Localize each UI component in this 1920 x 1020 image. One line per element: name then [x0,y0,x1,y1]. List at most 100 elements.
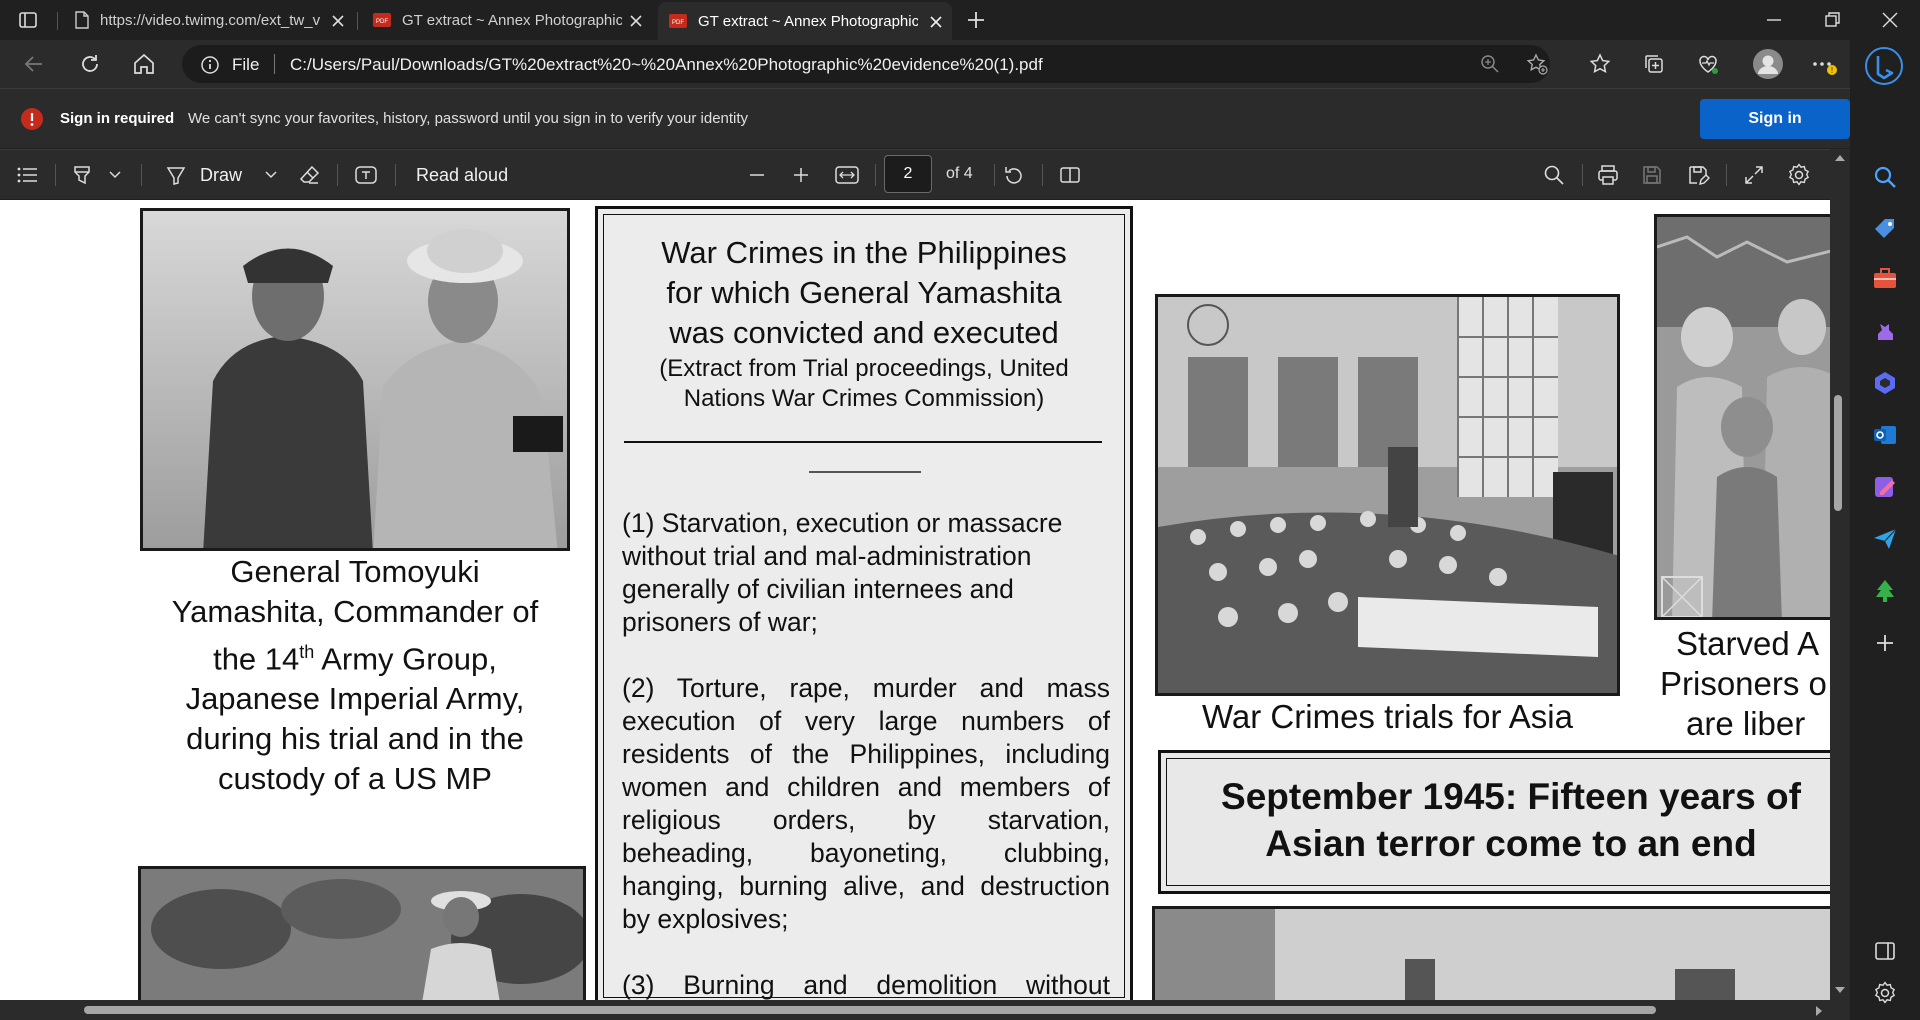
settings-gear-icon[interactable] [1786,162,1812,188]
favorites-icon[interactable] [1588,52,1612,76]
home-icon[interactable] [132,52,156,76]
caption-general-yamashita: General Tomoyuki Yamashita, Commander of… [171,554,539,797]
window-close-icon[interactable] [1880,10,1900,30]
scheme-label: File [232,55,260,74]
divider [624,441,1102,443]
photo-war-crimes-trial [1155,294,1620,696]
box-subtitle: (Extract from Trial proceedings, United … [659,355,1069,412]
sign-in-button[interactable]: Sign in [1700,99,1850,139]
vertical-scrollbar[interactable] [1830,149,1850,1000]
close-icon[interactable] [928,14,944,30]
close-icon[interactable] [628,13,644,29]
paragraph-3: (3) Burning and demolition without [622,970,1110,1000]
tab-title: https://video.twimg.com/ext_tw_video/ [100,11,320,29]
pdf-icon: PDF [668,12,688,30]
banner-text: September 1945: Fifteen years of Asian t… [1221,776,1801,864]
caption-war-crimes-trials: War Crimes trials for Asia [1202,698,1573,735]
svg-text:PDF: PDF [672,20,684,26]
scroll-right-icon[interactable] [1814,1005,1824,1017]
close-icon[interactable] [330,13,346,29]
rotate-icon[interactable] [1002,163,1026,187]
add-favorite-icon[interactable] [1526,53,1548,75]
tab-strip: https://video.twimg.com/ext_tw_video/ PD… [0,0,1920,40]
pdf-toolbar: Draw Read aloud 2 of 4 [0,149,1830,199]
tab-title: GT extract ~ Annex Photographic evidence [402,11,622,29]
paragraph-1: (1) Starvation, execution or massacre wi… [622,508,1063,637]
page-total-label: of 4 [946,165,973,182]
page-number-input[interactable]: 2 [884,155,932,193]
tab-gt-extract-active[interactable]: PDF GT extract ~ Annex Photographic evid… [658,2,952,40]
more-menu-icon[interactable]: ! [1810,52,1838,76]
chevron-down-icon[interactable] [108,168,122,182]
microsoft-365-icon[interactable] [1872,370,1898,396]
browser-essentials-icon[interactable] [1696,52,1720,76]
address-bar[interactable]: File C:/Users/Paul/Downloads/GT%20extrac… [182,45,1550,83]
outlook-icon[interactable] [1872,422,1898,448]
games-icon[interactable] [1872,318,1898,344]
save-icon [1640,163,1664,187]
paragraph-2: (2) Torture, rape, murder and mass execu… [622,673,1110,934]
horizontal-scrollbar[interactable] [0,1000,1850,1020]
horizontal-scroll-thumb[interactable] [84,1006,1656,1014]
svg-text:!: ! [1831,66,1833,75]
zoom-out-icon[interactable] [746,164,768,186]
zoom-in-icon[interactable] [790,164,812,186]
fullscreen-icon[interactable] [1742,163,1766,187]
photo-general-and-mp [140,208,570,551]
war-crimes-text-box: War Crimes in the Philippines for which … [595,206,1133,1000]
copilot-icon[interactable] [1864,46,1904,86]
collections-icon[interactable] [1642,52,1666,76]
profile-avatar[interactable] [1752,48,1784,80]
fit-to-width-icon[interactable] [834,163,860,187]
tree-icon[interactable] [1872,578,1898,604]
zoom-icon[interactable] [1480,54,1500,74]
sign-in-infobar: Sign in required We can't sync your favo… [0,88,1920,148]
save-as-icon[interactable] [1686,163,1710,187]
send-icon[interactable] [1872,526,1898,552]
add-icon[interactable] [1872,630,1898,656]
restore-icon[interactable] [1822,10,1842,30]
sidebar-settings-icon[interactable] [1872,980,1898,1006]
edge-sidebar [1850,40,1920,1020]
scroll-down-icon[interactable] [1834,985,1846,995]
refresh-icon[interactable] [78,52,102,76]
photo-bottom-right [1152,906,1830,1000]
tab-gt-extract-1[interactable]: PDF GT extract ~ Annex Photographic evid… [362,4,652,36]
navigation-bar: File C:/Users/Paul/Downloads/GT%20extrac… [0,40,1920,88]
read-aloud-button[interactable]: Read aloud [416,165,508,186]
print-icon[interactable] [1596,163,1620,187]
shopping-tag-icon[interactable] [1872,216,1898,242]
photo-starved-prisoners [1654,214,1830,620]
draw-label[interactable]: Draw [200,165,242,186]
tab-actions-icon[interactable] [18,10,38,30]
chevron-down-icon[interactable] [264,168,278,182]
search-icon[interactable] [1542,163,1566,187]
page-view-icon[interactable] [1058,163,1082,187]
pdf-page-viewport[interactable]: General Tomoyuki Yamashita, Commander of… [0,200,1830,1000]
designer-icon[interactable] [1872,474,1898,500]
text-box-icon[interactable] [354,163,378,187]
infobar-title: Sign in required [60,110,175,127]
eraser-icon[interactable] [298,163,322,187]
caption-starved-prisoners: Starved A Prisoners o are liber [1660,625,1827,742]
vertical-scroll-thumb[interactable] [1834,395,1842,511]
tab-twimg[interactable]: https://video.twimg.com/ext_tw_video/ [64,4,354,36]
url-text[interactable]: C:/Users/Paul/Downloads/GT%20extract%20~… [290,55,1043,75]
page-icon [74,11,90,29]
sidebar-toggle-icon[interactable] [1872,938,1898,964]
search-icon[interactable] [1872,164,1898,190]
box-title: War Crimes in the Philippines for which … [661,235,1067,350]
infobar-message: We can't sync your favorites, history, p… [188,110,749,127]
photo-man-in-hat [138,866,586,1000]
draw-icon[interactable] [164,163,188,187]
highlight-icon[interactable] [70,163,94,187]
info-icon[interactable] [200,55,220,75]
tools-briefcase-icon[interactable] [1872,266,1898,292]
new-tab-icon[interactable] [966,10,986,30]
minimize-icon[interactable] [1764,10,1784,30]
alert-icon [20,107,44,131]
scroll-up-icon[interactable] [1834,153,1846,163]
contents-list-icon[interactable] [16,165,38,185]
back-icon[interactable] [22,52,46,76]
pdf-icon: PDF [372,11,392,29]
